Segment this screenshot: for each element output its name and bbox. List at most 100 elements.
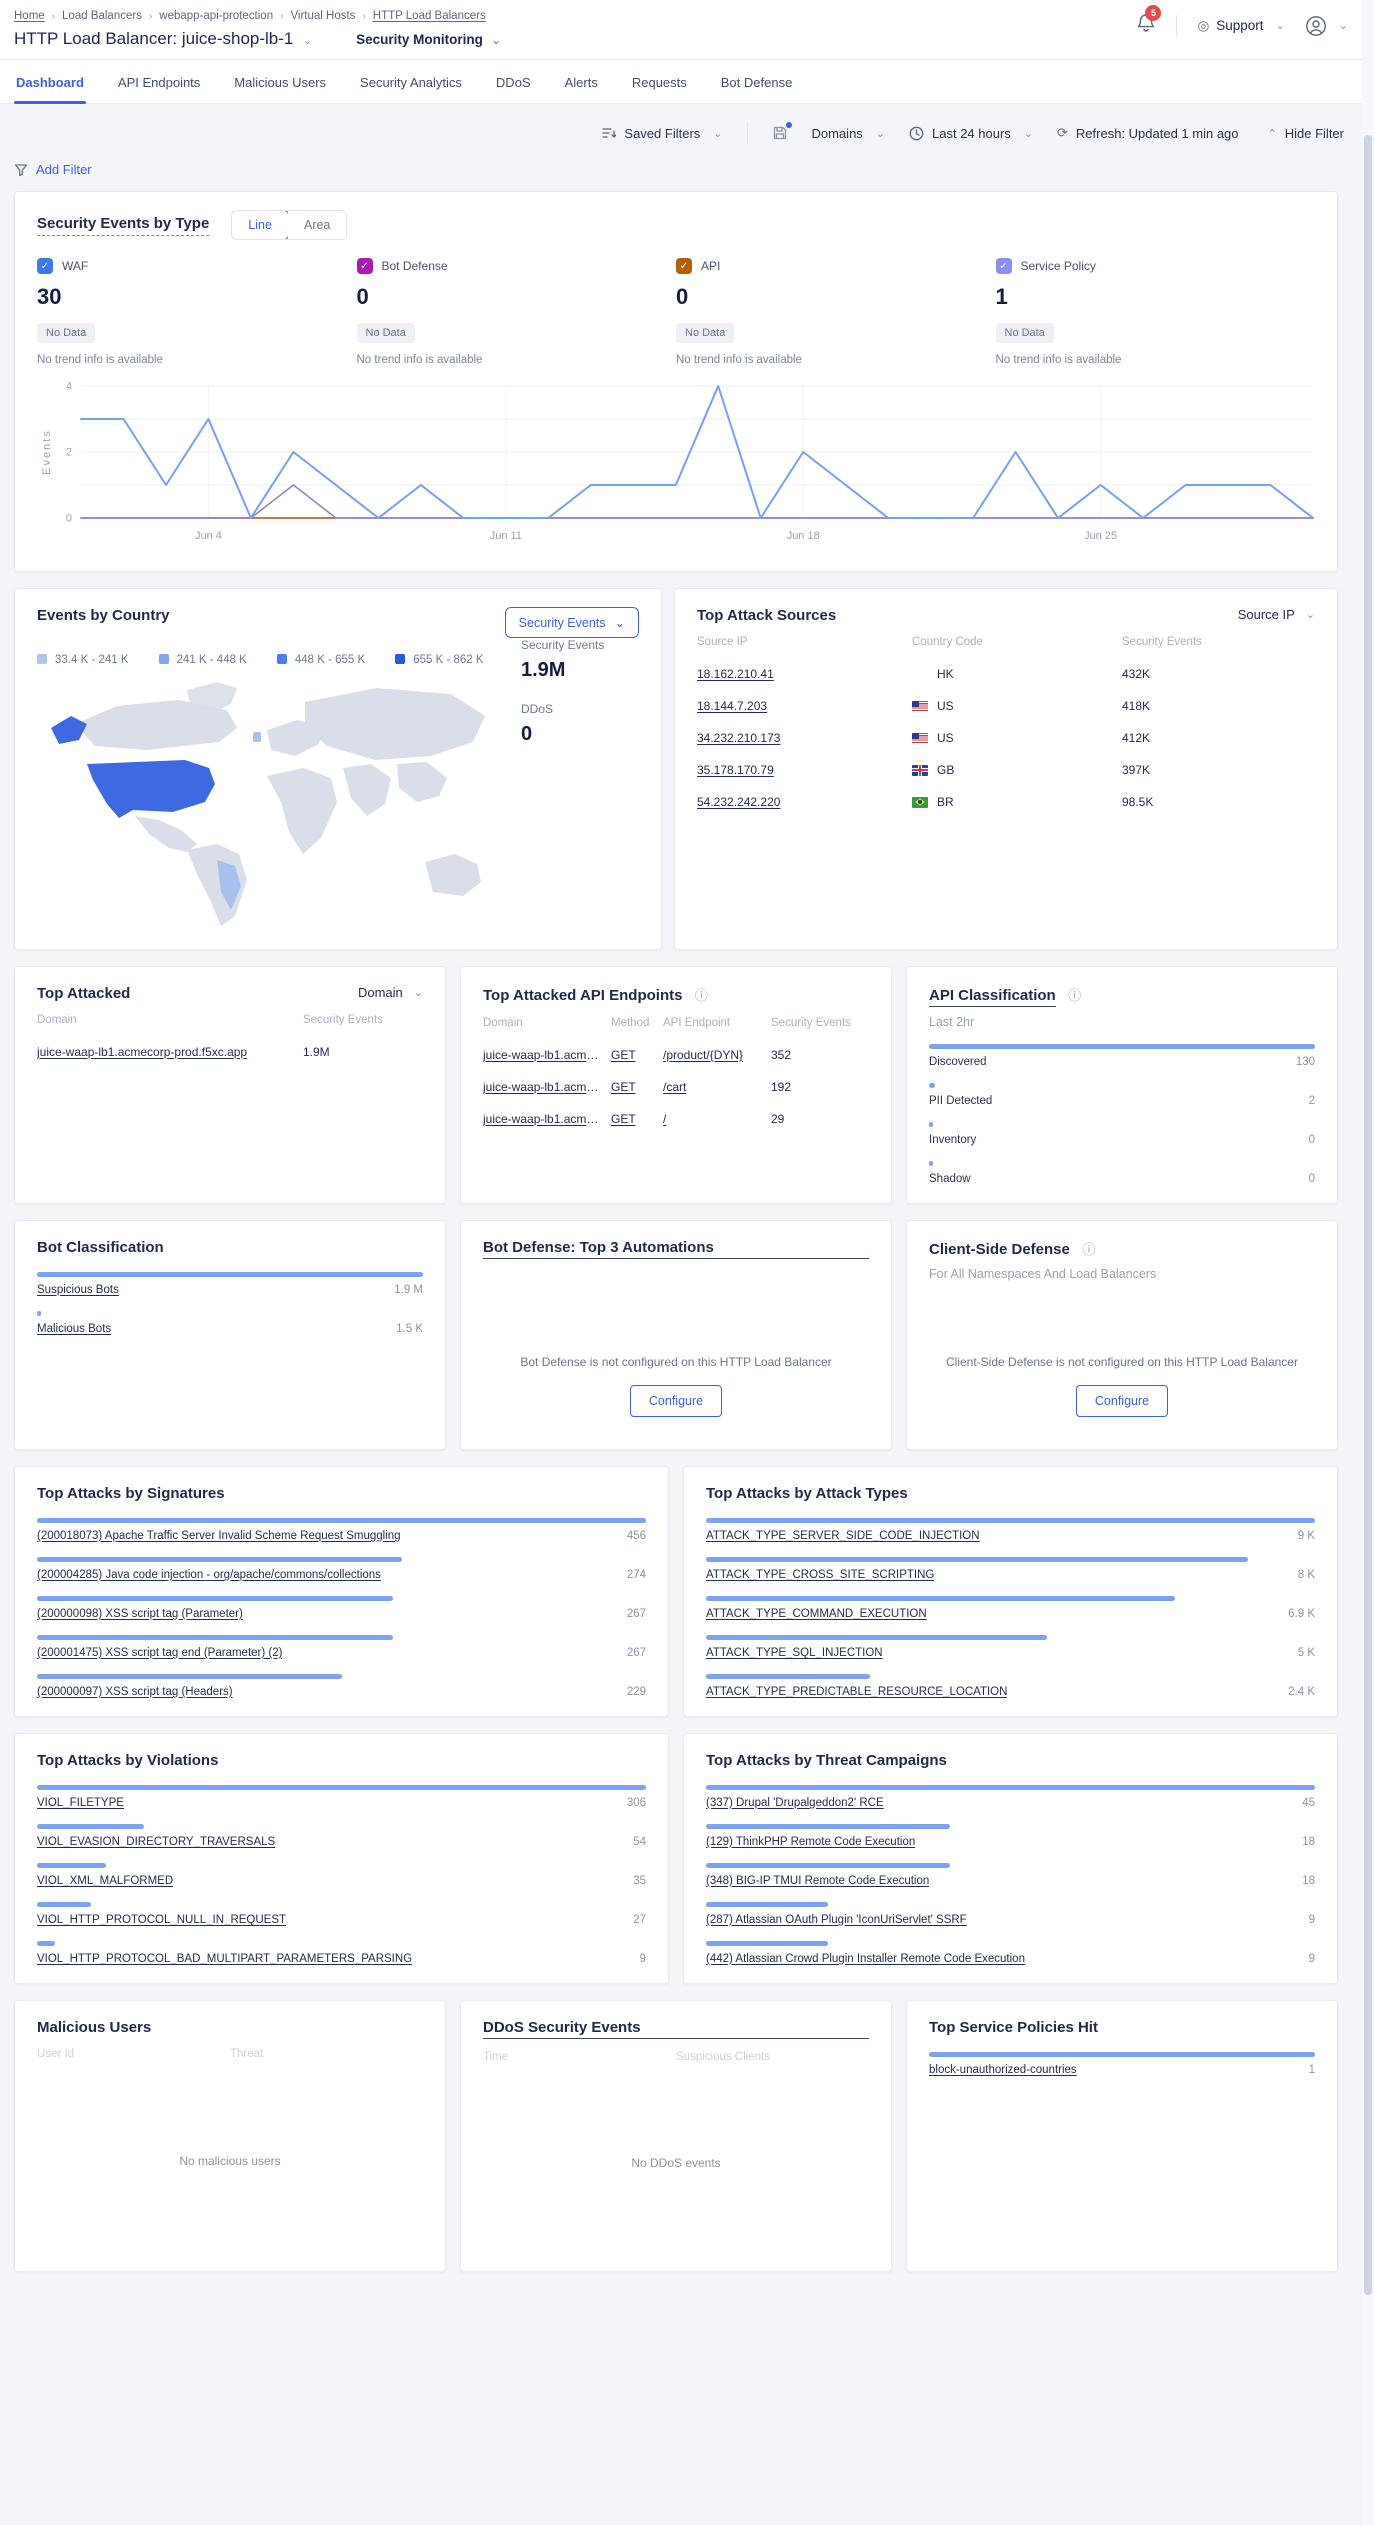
tab[interactable]: Requests (630, 60, 689, 103)
source-ip-link[interactable]: 34.232.210.173 (697, 731, 780, 745)
scrollbar-thumb[interactable] (1364, 135, 1372, 2295)
bar-item-link[interactable]: Suspicious Bots (37, 1284, 119, 1296)
security-monitoring-menu[interactable]: Security Monitoring ⌄ (356, 32, 501, 47)
toggle-option[interactable]: Line (232, 211, 289, 239)
endpoint-link[interactable]: /cart (663, 1080, 686, 1094)
attacked-dropdown[interactable]: Domain ⌄ (358, 985, 423, 1000)
bar-item-link[interactable]: (200004285) Java code injection - org/ap… (37, 1569, 381, 1581)
event-type-stat: ✓ Bot Defense 0 No Data No trend info is… (356, 258, 677, 366)
country-metric-dropdown[interactable]: Security Events ⌄ (504, 607, 639, 638)
toggle-option[interactable]: Area (287, 211, 347, 239)
method-link[interactable]: GET (611, 1048, 636, 1062)
domain-link[interactable]: juice-waap-lb1.acmecorp-p... (483, 1048, 605, 1062)
breadcrumb-item[interactable]: Home › (14, 10, 55, 22)
breadcrumb-item[interactable]: webapp-api-protection › (159, 10, 283, 22)
bar-item-link[interactable]: (287) Atlassian OAuth Plugin 'IconUriSer… (706, 1914, 967, 1926)
bar-item-link[interactable]: ATTACK_TYPE_PREDICTABLE_RESOURCE_LOCATIO… (706, 1686, 1007, 1698)
bar-item-link[interactable]: VIOL_FILETYPE (37, 1797, 124, 1809)
domain-link[interactable]: juice-waap-lb1.acmecorp-p... (483, 1080, 605, 1094)
attack-types-bars: ATTACK_TYPE_SERVER_SIDE_CODE_INJECTION 9… (706, 1517, 1315, 1698)
method-link[interactable]: GET (611, 1080, 636, 1094)
method-link[interactable]: GET (611, 1112, 636, 1126)
scrollbar-track[interactable] (1362, 0, 1374, 2525)
bar-item-link[interactable]: (337) Drupal 'Drupalgeddon2' RCE (706, 1797, 884, 1809)
add-filter-button[interactable]: Add Filter (0, 154, 1374, 191)
bar-item-link[interactable]: (200018073) Apache Traffic Server Invali… (37, 1530, 401, 1542)
tab[interactable]: Alerts (563, 60, 600, 103)
breadcrumb-item[interactable]: Load Balancers › (62, 10, 152, 22)
bar-item-link[interactable]: VIOL_XML_MALFORMED (37, 1875, 173, 1887)
breadcrumb-separator: › (148, 10, 153, 22)
source-ip-link[interactable]: 54.232.242.220 (697, 795, 780, 809)
page-title[interactable]: HTTP Load Balancer: juice-shop-lb-1 ⌄ (14, 29, 312, 49)
chevron-down-icon: ⌄ (1275, 20, 1285, 32)
saved-filters-dropdown[interactable]: Saved Filters ⌄ (602, 126, 723, 141)
configure-button[interactable]: Configure (1075, 1384, 1169, 1417)
series-checkbox[interactable]: ✓ (356, 258, 373, 274)
tab[interactable]: Dashboard (14, 60, 86, 104)
card-title-link[interactable]: Bot Defense: Top 3 Automations (483, 1239, 869, 1259)
top-attack-sources-card: Top Attack Sources Source IP ⌄ Source IP… (674, 588, 1338, 950)
tab[interactable]: Malicious Users (232, 60, 328, 103)
info-icon[interactable]: ⓘ (1068, 988, 1081, 1003)
legend-item: 33.4 K - 241 K (37, 652, 129, 670)
bar-item-link[interactable]: block-unauthorized-countries (929, 2064, 1077, 2076)
event-type-stats: ✓ WAF 30 No Data No trend info is availa… (37, 258, 1315, 366)
account-menu[interactable]: ⌄ (1305, 15, 1348, 37)
notifications-bell-icon[interactable]: 5 (1136, 5, 1162, 39)
card-title-link[interactable]: Security Events by Type (37, 215, 210, 236)
source-ip-link[interactable]: 18.162.210.41 (697, 667, 774, 681)
threat-campaigns-bars: (337) Drupal 'Drupalgeddon2' RCE 45 (129… (706, 1784, 1315, 1965)
domain-link[interactable]: juice-waap-lb1.acmecorp-p... (483, 1112, 605, 1126)
bar-item-link[interactable]: VIOL_HTTP_PROTOCOL_BAD_MULTIPART_PARAMET… (37, 1953, 412, 1965)
bar-item-link[interactable]: VIOL_EVASION_DIRECTORY_TRAVERSALS (37, 1836, 275, 1848)
trend-text: No trend info is available (995, 354, 1122, 366)
endpoint-link[interactable]: / (663, 1112, 666, 1126)
series-checkbox[interactable]: ✓ (37, 258, 53, 274)
bar-item-link[interactable]: (200000097) XSS script tag (Headers) (37, 1686, 233, 1698)
bar (37, 1556, 403, 1562)
configure-button[interactable]: Configure (629, 1384, 723, 1417)
source-ip-link[interactable]: 35.178.170.79 (697, 763, 774, 777)
domain-link[interactable]: juice-waap-lb1.acmecorp-prod.f5xc.app (37, 1045, 247, 1059)
bar (706, 1517, 1315, 1523)
time-range-dropdown[interactable]: Last 24 hours ⌄ (909, 126, 1033, 141)
bar-item-link[interactable]: (442) Atlassian Crowd Plugin Installer R… (706, 1953, 1025, 1965)
bar-item-link[interactable]: (200000098) XSS script tag (Parameter) (37, 1608, 243, 1620)
source-ip-link[interactable]: 18.144.7.203 (697, 699, 767, 713)
chevron-down-icon: ⌄ (1305, 609, 1315, 621)
tab[interactable]: Security Analytics (358, 60, 464, 103)
breadcrumb-item[interactable]: Virtual Hosts › (290, 10, 365, 22)
tab[interactable]: API Endpoints (116, 60, 202, 103)
bar-item-link[interactable]: (129) ThinkPHP Remote Code Execution (706, 1836, 915, 1848)
bar-item-link[interactable]: ATTACK_TYPE_SERVER_SIDE_CODE_INJECTION (706, 1530, 980, 1542)
series-checkbox[interactable]: ✓ (676, 258, 692, 274)
legend-swatch (395, 654, 406, 664)
hide-filter-button[interactable]: ⌃ Hide Filter (1263, 126, 1344, 141)
info-icon[interactable]: ⓘ (1082, 1242, 1095, 1257)
bar-item-link[interactable]: (348) BIG-IP TMUI Remote Code Execution (706, 1875, 929, 1887)
divider (746, 122, 748, 144)
tab[interactable]: Bot Defense (719, 60, 795, 103)
domains-dropdown[interactable]: Domains ⌄ (812, 126, 886, 141)
bar-item-link[interactable]: ATTACK_TYPE_CROSS_SITE_SCRIPTING (706, 1569, 934, 1581)
bar-item: (287) Atlassian OAuth Plugin 'IconUriSer… (706, 1901, 1315, 1926)
bar-item-link[interactable]: (200001475) XSS script tag end (Paramete… (37, 1647, 282, 1659)
save-filter-button[interactable] (772, 122, 792, 141)
support-menu[interactable]: ◎ Support ⌄ (1197, 18, 1284, 34)
map-legend: 33.4 K - 241 K 241 K - 448 K 448 K - 655… (37, 652, 511, 670)
bar-item-link[interactable]: VIOL_HTTP_PROTOCOL_NULL_IN_REQUEST (37, 1914, 286, 1926)
info-icon[interactable]: ⓘ (695, 988, 708, 1003)
bar-item-link[interactable]: Malicious Bots (37, 1323, 111, 1335)
bar-item-link[interactable]: ATTACK_TYPE_SQL_INJECTION (706, 1647, 883, 1659)
card-title-link[interactable]: DDoS Security Events (483, 2019, 869, 2039)
tab[interactable]: DDoS (494, 60, 533, 103)
source-dropdown[interactable]: Source IP ⌄ (1238, 607, 1315, 622)
endpoint-link[interactable]: /product/{DYN} (663, 1048, 743, 1062)
refresh-button[interactable]: ⟳ Refresh: Updated 1 min ago (1057, 125, 1239, 141)
world-map[interactable] (37, 674, 507, 926)
bar-item-link[interactable]: ATTACK_TYPE_COMMAND_EXECUTION (706, 1608, 927, 1620)
card-title-link[interactable]: API Classification (929, 987, 1056, 1007)
breadcrumb-item[interactable]: HTTP Load Balancers › (373, 10, 486, 22)
series-checkbox[interactable]: ✓ (995, 258, 1012, 274)
